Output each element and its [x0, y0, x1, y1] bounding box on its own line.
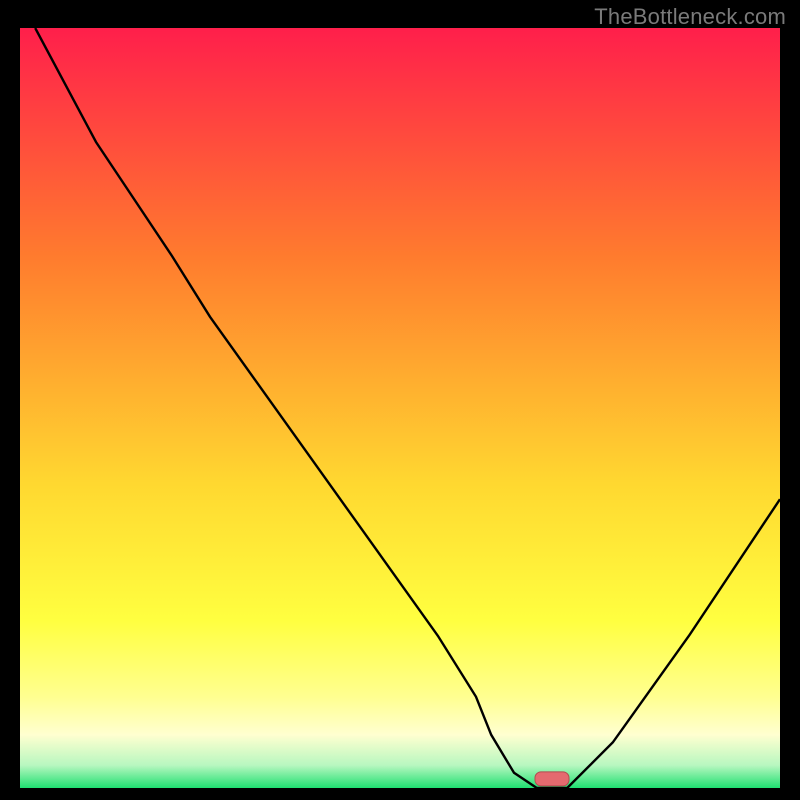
chart-frame — [20, 28, 780, 788]
chart-overlay — [20, 28, 780, 788]
optimal-marker — [535, 772, 569, 786]
bottleneck-curve — [35, 28, 780, 788]
watermark-text: TheBottleneck.com — [594, 4, 786, 30]
